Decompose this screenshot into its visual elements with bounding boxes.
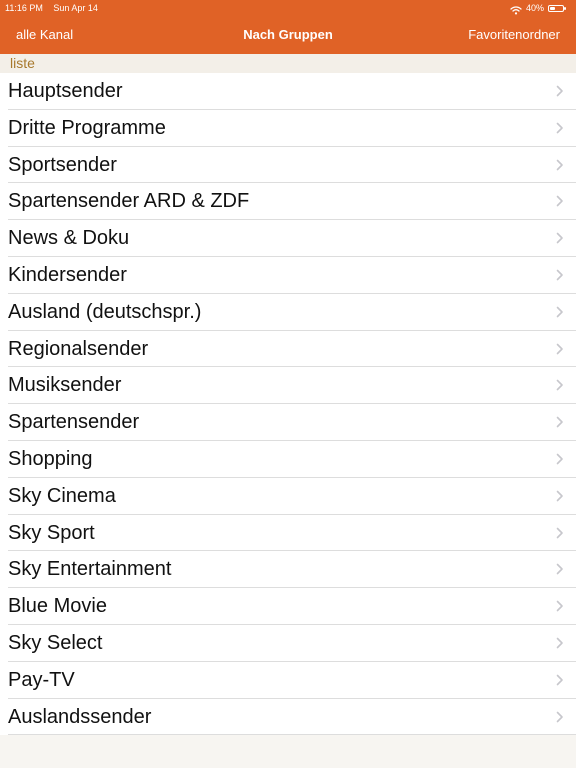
battery-percentage: 40%: [525, 3, 544, 13]
list-item-label: Sportsender: [8, 153, 117, 176]
list-item[interactable]: Musiksender: [0, 367, 576, 405]
list-item[interactable]: Blue Movie: [0, 588, 576, 625]
list-item[interactable]: Sky Entertainment: [0, 551, 576, 589]
group-list: Hauptsender Dritte Programme Sportsender…: [0, 73, 576, 736]
list-item[interactable]: Hauptsender: [0, 73, 576, 110]
list-item-label: Musiksender: [8, 374, 122, 397]
chevron-right-icon: [556, 453, 564, 465]
chevron-right-icon: [556, 159, 564, 171]
list-item-label: Sky Sport: [8, 521, 95, 544]
list-item[interactable]: Shopping: [0, 440, 576, 478]
list-item-label: Sky Entertainment: [8, 558, 172, 581]
list-item-label: Pay-TV: [8, 668, 75, 691]
list-item-label: Spartensender: [8, 411, 140, 434]
status-time: 11:16 PM: [5, 3, 43, 13]
list-item-label: Kindersender: [8, 263, 127, 286]
list-item-label: Hauptsender: [8, 80, 123, 102]
wifi-icon: [510, 4, 522, 14]
list-item[interactable]: Sportsender: [0, 146, 576, 184]
chevron-right-icon: [556, 490, 564, 502]
list-item-label: Regionalsender: [8, 337, 149, 360]
list-item[interactable]: Pay-TV: [0, 661, 576, 699]
list-item-label: Ausland (deutschspr.): [8, 300, 202, 323]
favorites-folder-button[interactable]: Favoritenordner: [468, 16, 560, 54]
battery-icon: [548, 4, 566, 12]
chevron-right-icon: [556, 674, 564, 686]
list-item[interactable]: Regionalsender: [0, 330, 576, 368]
list-item[interactable]: Dritte Programme: [0, 109, 576, 147]
list-item[interactable]: Spartensender: [0, 404, 576, 441]
list-item-label: Blue Movie: [8, 595, 107, 618]
status-bar: 11:16 PM Sun Apr 14 40%: [0, 0, 576, 16]
list-item[interactable]: Sky Sport: [0, 514, 576, 552]
chevron-right-icon: [556, 306, 564, 318]
chevron-right-icon: [556, 232, 564, 244]
status-date: Sun Apr 14: [53, 3, 98, 13]
list-item-label: Sky Select: [8, 631, 103, 654]
chevron-right-icon: [556, 527, 564, 539]
chevron-right-icon: [556, 269, 564, 281]
list-item[interactable]: Kindersender: [0, 256, 576, 294]
navigation-bar: alle Kanal Nach Gruppen Favoritenordner: [0, 16, 576, 54]
section-header: liste: [0, 54, 576, 73]
list-item-label: Auslandssender: [8, 705, 152, 728]
chevron-right-icon: [556, 122, 564, 134]
list-item[interactable]: Auslandssender: [0, 698, 576, 736]
list-item[interactable]: News & Doku: [0, 220, 576, 257]
status-right: 40%: [510, 0, 566, 16]
list-item-label: News & Doku: [8, 227, 130, 250]
chevron-right-icon: [556, 85, 564, 97]
chevron-right-icon: [556, 600, 564, 612]
chevron-right-icon: [556, 343, 564, 355]
chevron-right-icon: [556, 637, 564, 649]
list-item[interactable]: Sky Select: [0, 624, 576, 662]
list-item[interactable]: Spartensender ARD & ZDF: [0, 183, 576, 221]
list-item-label: Spartensender ARD & ZDF: [8, 190, 250, 213]
list-item-label: Sky Cinema: [8, 484, 116, 507]
chevron-right-icon: [556, 563, 564, 575]
top-bar: 11:16 PM Sun Apr 14 40% alle Kanal Nach …: [0, 0, 576, 54]
list-item[interactable]: Ausland (deutschspr.): [0, 293, 576, 331]
list-item[interactable]: Sky Cinema: [0, 477, 576, 515]
list-item-label: Dritte Programme: [8, 116, 166, 139]
battery-level: [550, 6, 555, 10]
chevron-right-icon: [556, 195, 564, 207]
status-left: 11:16 PM Sun Apr 14: [5, 0, 98, 16]
chevron-right-icon: [556, 416, 564, 428]
chevron-right-icon: [556, 711, 564, 723]
chevron-right-icon: [556, 379, 564, 391]
list-item-label: Shopping: [8, 447, 93, 470]
